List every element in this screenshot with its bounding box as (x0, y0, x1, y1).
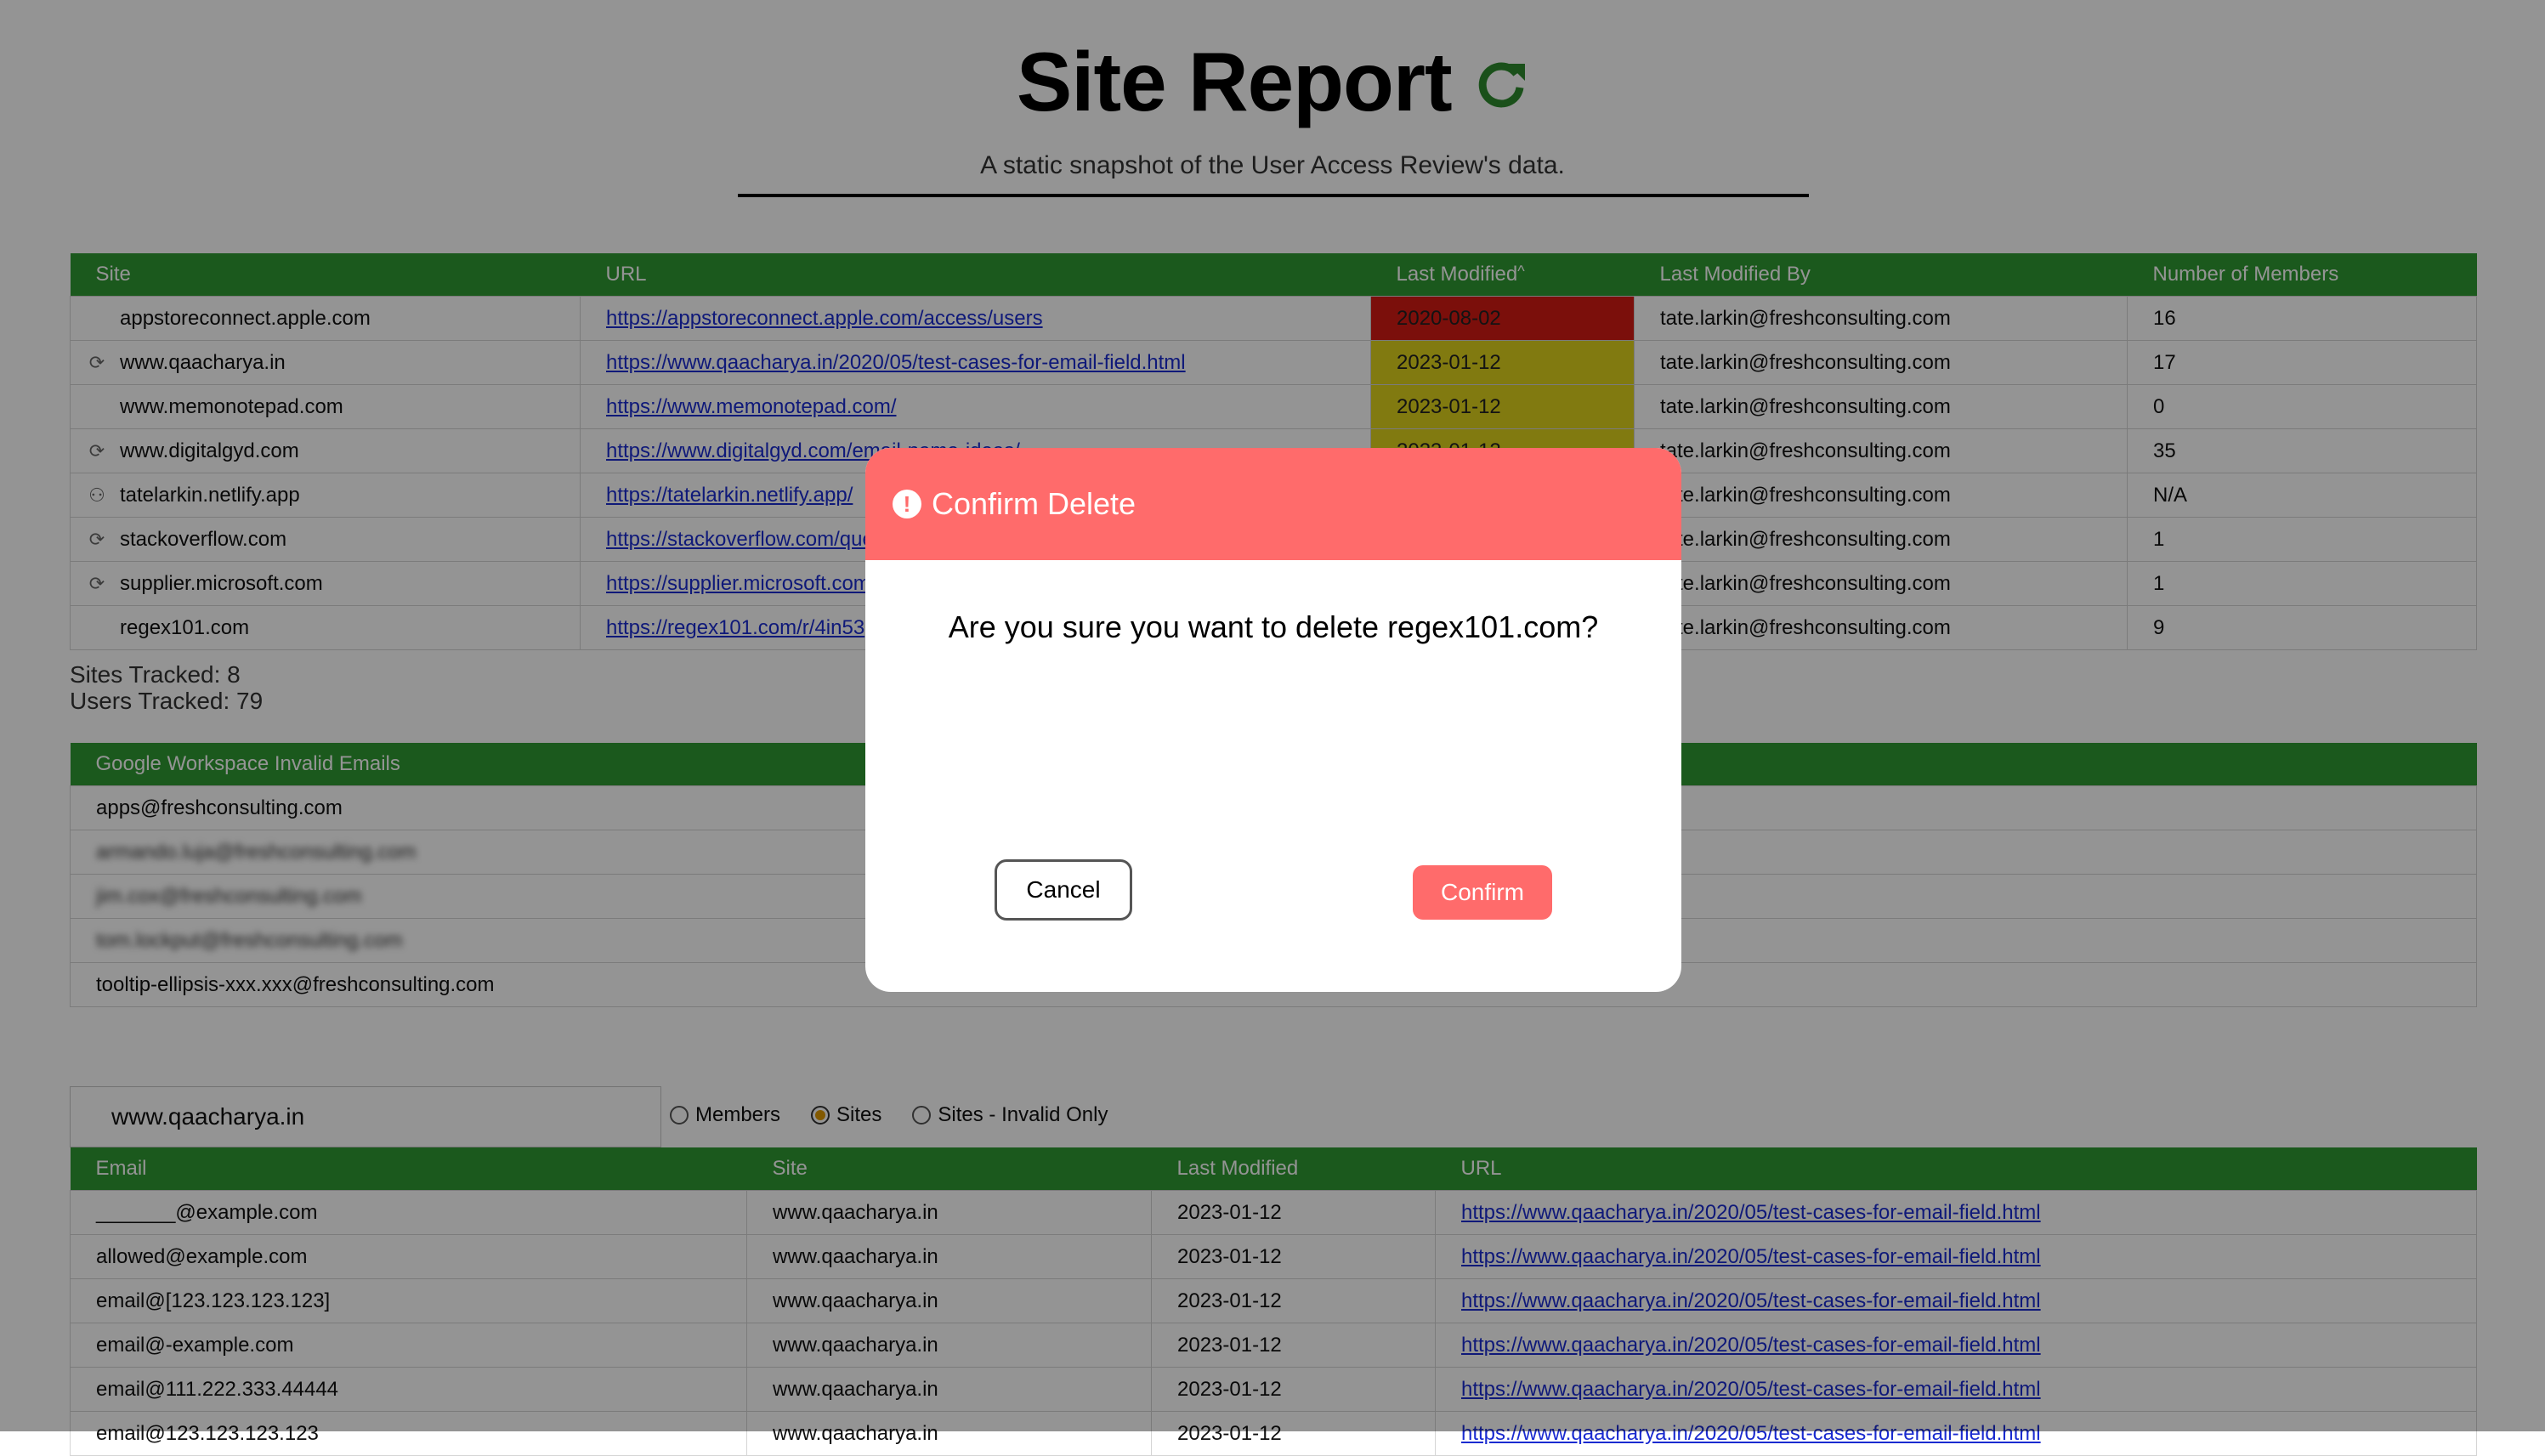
alert-icon: ! (893, 490, 921, 518)
cancel-button[interactable]: Cancel (995, 859, 1132, 921)
confirm-delete-modal: ! Confirm Delete Are you sure you want t… (865, 448, 1681, 992)
modal-header: ! Confirm Delete (865, 448, 1681, 560)
modal-title: Confirm Delete (932, 486, 1136, 521)
modal-message: Are you sure you want to delete regex101… (948, 609, 1599, 644)
confirm-button[interactable]: Confirm (1413, 865, 1552, 920)
